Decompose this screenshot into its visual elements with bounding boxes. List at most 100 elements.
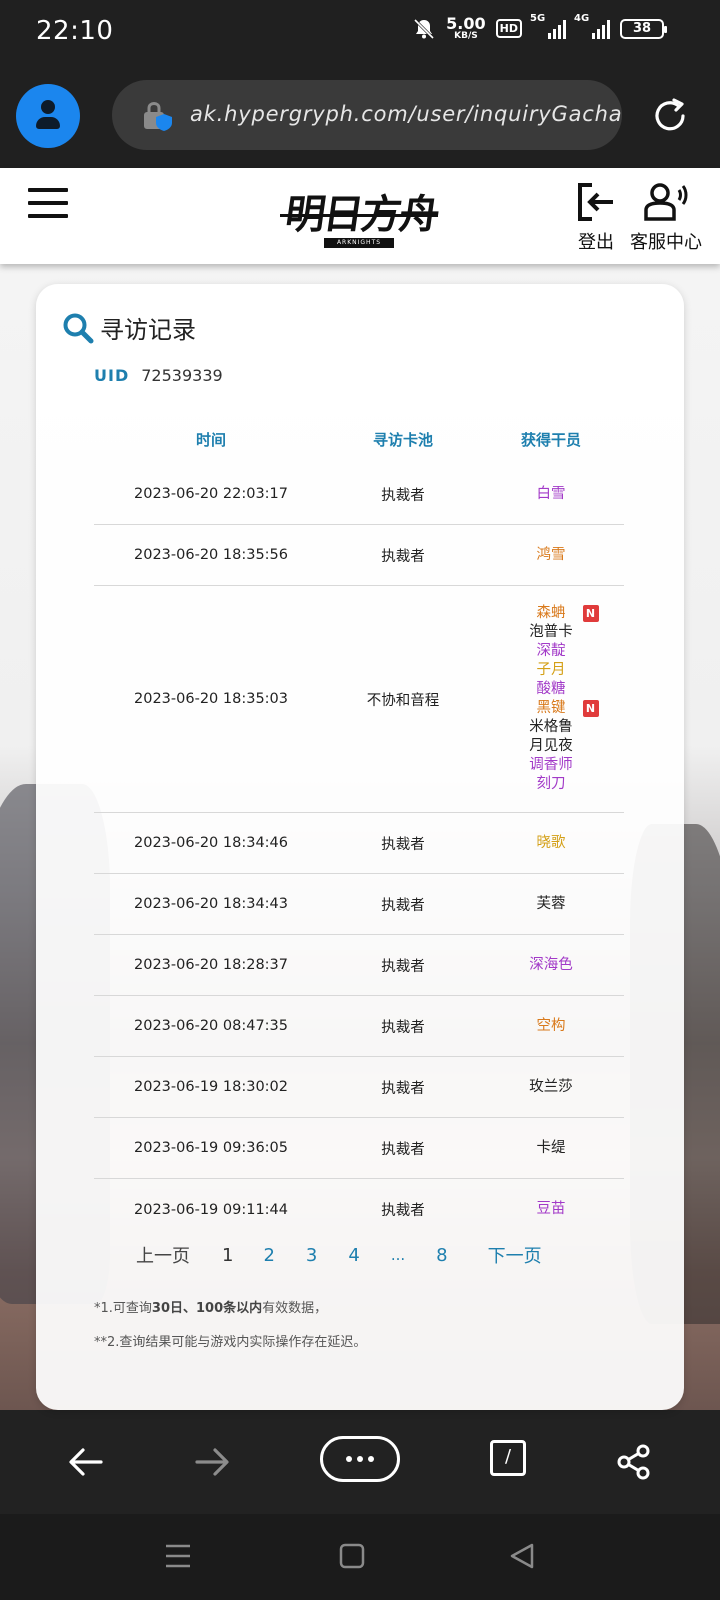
table-row: 2023-06-20 22:03:17 执裁者 白雪 [94,464,624,525]
next-page-button[interactable]: 下一页 [488,1242,542,1268]
cell-time: 2023-06-19 09:36:05 [134,1140,288,1156]
page-title: 寻访记录 [100,316,196,344]
search-icon [63,313,94,343]
table-row: 2023-06-20 08:47:35 执裁者 空构 [94,996,624,1057]
cell-time: 2023-06-20 18:34:46 [134,835,288,851]
site-header: 明日方舟 ARKNIGHTS 登出 客服中心 [0,168,720,264]
customer-service-label: 客服中心 [630,232,702,253]
arrow-left-icon [69,1448,103,1476]
page-current: 1 [222,1244,234,1266]
menu-icon[interactable] [28,188,68,218]
table-row: 2023-06-20 18:28:37 执裁者 深海色 [94,935,624,996]
table-header: 时间 寻访卡池 获得干员 [94,414,624,464]
system-nav-bar [0,1514,720,1600]
cell-pool: 执裁者 [381,548,425,565]
url-text[interactable]: ak.hypergryph.com/user/inquiryGacha [190,102,622,126]
logout-button[interactable]: 登出 [576,182,616,254]
cell-operators: 森蚺 N 泡普卡 深靛 子月 酸糖 黑键 N 米格鲁 月见夜 调香师 刻刀 [478,604,624,794]
table-row: 2023-06-20 18:35:03 不协和音程 森蚺 N 泡普卡 深靛 子月 酸糖 黑键 N 米… [94,586,624,813]
cell-time: 2023-06-20 18:34:43 [134,896,288,912]
logout-icon [578,183,613,221]
operator-name: 芙蓉 [536,895,566,912]
table-row: 2023-06-20 18:34:43 执裁者 芙蓉 [94,874,624,935]
cell-operators: 鸿雪 [478,546,624,565]
operator-name: 月见夜 [529,738,573,754]
header-operators: 获得干员 [520,430,581,449]
signal-4g-icon: 4G [574,13,610,39]
home-icon[interactable] [338,1542,366,1570]
cell-operators: 豆苗 [478,1200,624,1219]
operator-name: 晓歌 [536,834,566,851]
back-button[interactable] [58,1434,114,1490]
arrow-right-icon [195,1448,229,1476]
cell-operators: 空构 [478,1017,624,1036]
operator-name: 卡缇 [536,1139,566,1156]
hd-voice-icon: HD [495,19,522,38]
cell-pool: 执裁者 [381,1019,425,1036]
cell-pool: 执裁者 [381,1141,425,1158]
card-header: 寻访记录 [62,310,196,345]
profile-avatar-icon[interactable] [16,84,80,148]
customer-service-button[interactable]: 客服中心 [630,182,702,254]
more-menu-button[interactable] [320,1436,400,1482]
cell-time: 2023-06-19 09:11:44 [134,1201,288,1218]
table-body: 2023-06-20 22:03:17 执裁者 白雪 2023-06-20 18:35… [94,464,624,1240]
operator-name: 深靛 [536,643,566,659]
back-triangle-icon[interactable] [508,1542,536,1570]
site-logo[interactable]: 明日方舟 ARKNIGHTS [280,178,441,252]
table-row: 2023-06-19 09:11:44 执裁者 豆苗 [94,1179,624,1240]
table-row: 2023-06-20 18:34:46 执裁者 晓歌 [94,813,624,874]
page-link[interactable]: 2 [263,1245,274,1266]
note-1: *1.可查询30日、100条以内有效数据， [94,1301,328,1316]
uid-info: UID 72539339 [94,366,223,385]
address-bar[interactable]: ak.hypergryph.com/user/inquiryGacha [112,80,622,150]
uid-label: UID [94,366,130,385]
operator-name: 深海色 [529,956,573,973]
lock-shield-icon [144,102,172,131]
reload-icon[interactable] [650,96,690,136]
status-indicators: 5.00 KB/S HD 5G 4G 38 [412,13,667,41]
page-link[interactable]: 3 [306,1245,317,1266]
forward-button[interactable] [184,1434,240,1490]
operator-name: 酸糖 [536,681,566,697]
cell-pool: 执裁者 [381,958,425,975]
cell-time: 2023-06-20 22:03:17 [134,486,288,502]
cell-operators: 玫兰莎 [478,1078,624,1097]
operator-name: 森蚺 N [537,604,599,623]
prev-page-button[interactable]: 上一页 [136,1242,190,1268]
cell-pool: 不协和音程 [366,692,440,709]
page-ellipsis: ... [390,1246,406,1264]
cell-pool: 执裁者 [381,1203,425,1219]
page-link[interactable]: 4 [348,1245,359,1266]
header-pool: 寻访卡池 [372,430,433,449]
cell-time: 2023-06-20 18:35:56 [134,547,288,563]
browser-toolbar: ak.hypergryph.com/user/inquiryGacha [0,62,720,168]
operator-name: 子月 [536,662,566,678]
operator-name: 刻刀 [536,776,566,792]
share-button[interactable] [606,1434,662,1490]
network-speed: 5.00 KB/S [446,14,486,41]
cell-operators: 白雪 [478,485,624,504]
cell-pool: 执裁者 [381,897,425,914]
cell-time: 2023-06-19 18:30:02 [134,1079,288,1095]
browser-bottom-nav: / [0,1410,720,1514]
cell-operators: 卡缇 [478,1139,624,1158]
cell-pool: 执裁者 [381,1080,425,1097]
uid-value: 72539339 [141,366,223,385]
share-icon [617,1444,650,1480]
operator-name: 鸿雪 [536,546,566,563]
status-time: 22:10 [36,16,114,46]
operator-name: 空构 [536,1017,566,1034]
tabs-button[interactable]: / [490,1440,526,1476]
table-row: 2023-06-19 18:30:02 执裁者 玫兰莎 [94,1057,624,1118]
gacha-table: 时间 寻访卡池 获得干员 2023-06-20 22:03:17 执裁者 白雪 202… [94,414,624,1240]
recents-icon[interactable] [164,1542,192,1570]
table-row: 2023-06-20 18:35:56 执裁者 鸿雪 [94,525,624,586]
cell-time: 2023-06-20 08:47:35 [134,1018,288,1034]
mute-bell-icon [414,18,435,39]
cell-operators: 芙蓉 [478,895,624,914]
page-link[interactable]: 8 [436,1245,447,1266]
operator-name: 泡普卡 [529,624,573,640]
signal-5g-icon: 5G [530,13,566,39]
customer-service-icon [644,183,688,221]
